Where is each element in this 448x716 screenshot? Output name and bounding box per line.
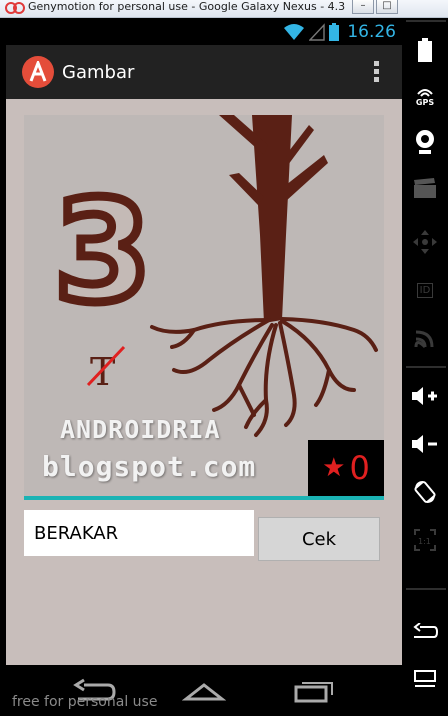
clapper-tool-icon[interactable] <box>402 168 448 208</box>
score-badge: ★ 0 <box>308 440 384 496</box>
device-screen: 16.26 Gambar 3 T ANDROIDRIA blogspot.com… <box>6 18 402 716</box>
letter-a-icon <box>29 61 47 82</box>
id-label: ID <box>416 282 434 298</box>
action-bar: Gambar <box>6 45 402 99</box>
check-button[interactable]: Cek <box>258 517 380 561</box>
gps-label: GPS <box>415 97 435 107</box>
overflow-menu-icon[interactable] <box>372 61 380 85</box>
app-title: Gambar <box>62 62 135 83</box>
toolbar-separator <box>406 20 446 22</box>
puzzle-image: 3 T ANDROIDRIA blogspot.com ★ 0 <box>24 115 384 498</box>
window-title: Genymotion for personal use - Google Gal… <box>28 0 348 13</box>
struck-letter: T <box>90 350 115 394</box>
battery-tool-icon[interactable] <box>402 30 448 70</box>
scale-label: 1:1 <box>418 537 431 546</box>
status-clock: 16.26 <box>347 22 396 42</box>
volume-down-icon[interactable] <box>402 424 448 464</box>
app-logo-icon[interactable] <box>22 56 54 88</box>
home-icon[interactable] <box>182 677 226 705</box>
wifi-icon <box>284 24 305 40</box>
genymotion-logo-icon <box>5 2 25 14</box>
dpad-tool-icon[interactable] <box>402 222 448 262</box>
rss-tool-icon[interactable] <box>402 318 448 358</box>
score-value: 0 <box>349 449 370 487</box>
signal-icon <box>309 23 326 41</box>
gps-tool-icon[interactable]: GPS <box>402 76 448 116</box>
window-titlebar: Genymotion for personal use - Google Gal… <box>0 0 448 18</box>
brand-line-2: blogspot.com <box>42 450 257 483</box>
battery-icon <box>329 23 340 41</box>
scale-tool-icon[interactable]: 1:1 <box>402 520 448 560</box>
toolbar-separator <box>406 588 446 590</box>
menu-tool-icon[interactable] <box>402 660 448 700</box>
device-id-tool-icon[interactable]: ID <box>402 270 448 310</box>
rotate-screen-icon[interactable] <box>402 472 448 512</box>
camera-tool-icon[interactable] <box>402 122 448 162</box>
star-icon: ★ <box>322 453 346 483</box>
emulator-toolbar: GPS ID 1:1 <box>402 18 448 716</box>
status-bar: 16.26 <box>6 18 402 45</box>
puzzle-number: 3 <box>54 171 151 334</box>
toolbar-separator <box>406 366 446 368</box>
volume-up-icon[interactable] <box>402 376 448 416</box>
content-area: 3 T ANDROIDRIA blogspot.com ★ 0 Cek <box>6 99 402 665</box>
back-tool-icon[interactable] <box>402 612 448 652</box>
brand-line-1: ANDROIDRIA <box>60 415 221 444</box>
watermark-text: free for personal use <box>12 694 158 710</box>
minimize-button[interactable]: – <box>352 0 374 14</box>
maximize-button[interactable]: □ <box>376 0 398 14</box>
recents-icon[interactable] <box>292 677 336 705</box>
accent-divider <box>24 496 384 500</box>
answer-input[interactable] <box>24 510 254 556</box>
